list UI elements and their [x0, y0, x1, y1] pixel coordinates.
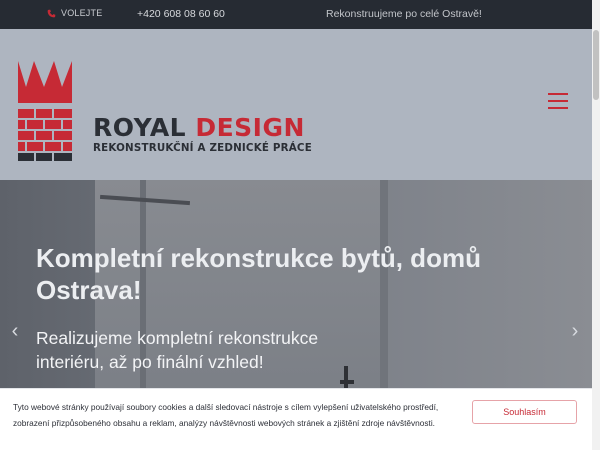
cookie-accept-button[interactable]: Souhlasím	[472, 400, 577, 424]
hero-title: Kompletní rekonstrukce bytů, domů Ostrav…	[36, 243, 481, 305]
chevron-right-icon[interactable]: ›	[568, 320, 582, 342]
scrollbar-thumb[interactable]	[593, 30, 599, 100]
cookie-text: Tyto webové stránky používají soubory co…	[13, 402, 439, 428]
top-tagline: Rekonstruujeme po celé Ostravě!	[326, 8, 482, 20]
top-bar: VOLEJTE +420 608 08 60 60 Rekonstruujeme…	[0, 0, 600, 29]
hero-text: Realizujeme kompletní rekonstrukce inter…	[36, 328, 319, 372]
cookie-banner: Tyto webové stránky používají soubory co…	[0, 388, 600, 450]
hero-door-handle-bar	[340, 380, 354, 384]
call-label: VOLEJTE	[61, 8, 103, 18]
logo-word-royal: ROYAL	[93, 113, 187, 142]
hamburger-icon-line	[548, 100, 568, 102]
logo-title: ROYAL DESIGN	[93, 113, 305, 142]
crown-brick-icon	[18, 61, 72, 161]
hamburger-icon-line	[548, 107, 568, 109]
chevron-left-icon[interactable]: ‹	[8, 320, 22, 342]
site-header: ROYAL DESIGN REKONSTRUKČNÍ A ZEDNICKÉ PR…	[0, 29, 592, 180]
logo-subtitle: REKONSTRUKČNÍ A ZEDNICKÉ PRÁCE	[93, 142, 312, 154]
call-link[interactable]: VOLEJTE	[47, 8, 102, 18]
logo[interactable]: ROYAL DESIGN REKONSTRUKČNÍ A ZEDNICKÉ PR…	[16, 59, 312, 165]
phone-number[interactable]: +420 608 08 60 60	[137, 8, 225, 20]
phone-icon	[47, 9, 56, 17]
hero-slider: Kompletní rekonstrukce bytů, domů Ostrav…	[0, 180, 592, 400]
page-scrollbar[interactable]	[592, 0, 600, 450]
menu-button[interactable]	[548, 93, 570, 111]
logo-word-design: DESIGN	[195, 113, 305, 142]
hamburger-icon	[548, 93, 568, 95]
